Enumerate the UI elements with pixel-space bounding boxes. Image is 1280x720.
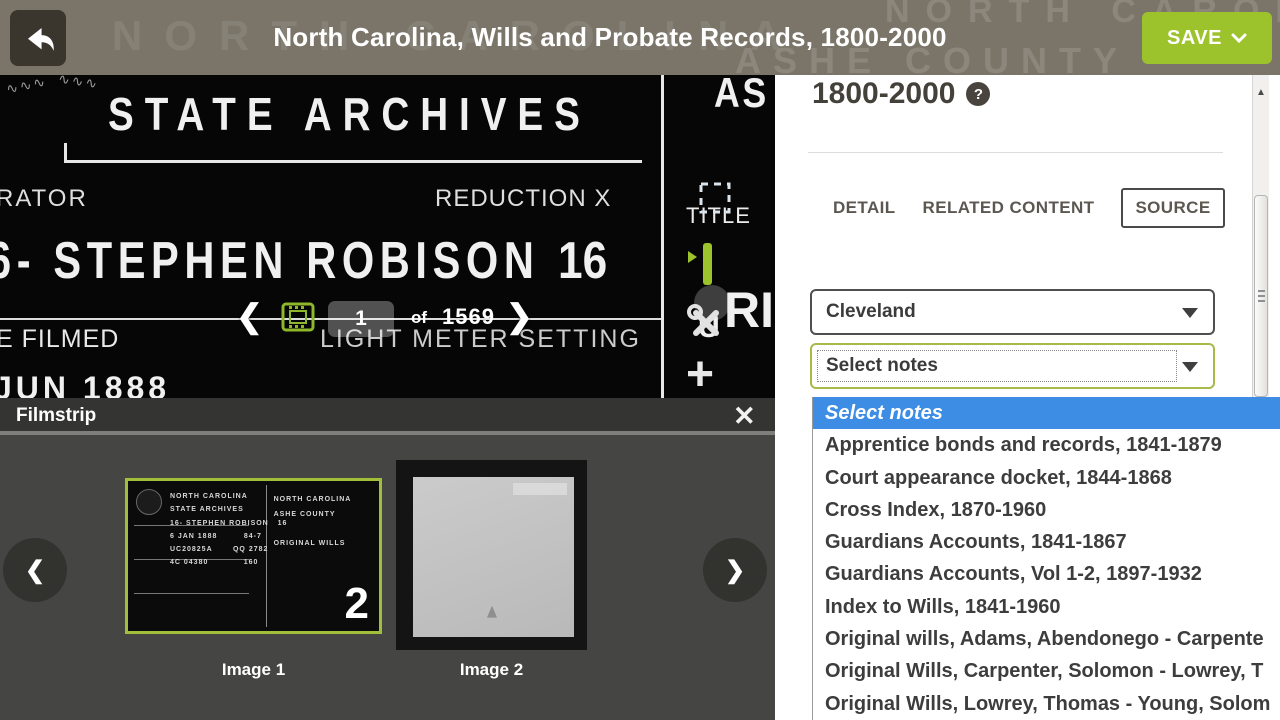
top-header-bar: NORTH CAROLINA NORTH CAROLINA ASHE COUNT… — [0, 0, 1280, 75]
filmstrip-toggle-icon[interactable] — [281, 302, 315, 337]
film-operator-text: RATOR — [0, 185, 88, 213]
collection-title-text: 1800-2000 — [812, 77, 955, 111]
film-subject-number: 16 — [558, 231, 607, 291]
folder-mark — [487, 606, 497, 618]
state-seal-logo — [136, 489, 162, 515]
previous-image-button[interactable]: ❮ — [236, 297, 263, 335]
film-reduction-text: REDUCTION X — [435, 185, 611, 213]
save-button[interactable]: SAVE — [1142, 12, 1272, 64]
county-dropdown[interactable]: Cleveland — [810, 289, 1215, 335]
page-total-label: 1569 — [442, 304, 495, 330]
tab-related-content[interactable]: RELATED CONTENT — [923, 198, 1095, 218]
film-line-stub — [64, 143, 67, 160]
film-filmed-text: E FILMED — [0, 325, 119, 354]
thumbnail-2-label: Image 2 — [396, 660, 587, 680]
notes-option[interactable]: Guardians Accounts, 1841-1867 — [813, 526, 1280, 558]
folder-tab — [513, 483, 568, 494]
film-frame-edge — [661, 75, 664, 398]
filmstrip-prev-button[interactable]: ❮ — [3, 538, 67, 602]
filmstrip-title: Filmstrip — [16, 405, 96, 427]
chevron-down-icon — [1182, 308, 1198, 318]
zoom-slider-arrow-icon[interactable] — [688, 251, 697, 263]
film-subject-name: 6- STEPHEN ROBISON — [0, 231, 540, 291]
tab-detail[interactable]: DETAIL — [833, 198, 896, 218]
film-date-text: JUN 1888 — [0, 370, 170, 398]
zoom-in-icon[interactable]: + — [686, 353, 714, 397]
collection-title: 1800-2000 ? — [812, 77, 990, 111]
folder-image — [413, 477, 573, 637]
scrollbar-grip — [1258, 290, 1265, 304]
page-of-label: of — [411, 308, 427, 328]
scrollbar-up-icon[interactable]: ▲ — [1256, 87, 1266, 98]
panel-tabs: DETAIL RELATED CONTENT SOURCE — [833, 188, 1225, 228]
panel-divider — [808, 152, 1223, 153]
card-line — [134, 593, 249, 594]
zoom-slider-icon[interactable] — [703, 243, 712, 285]
notes-option[interactable]: Cross Index, 1870-1960 — [813, 494, 1280, 526]
tools-wrench-icon[interactable] — [684, 301, 726, 348]
film-horizontal-line — [64, 160, 642, 163]
filmstrip-thumbnail-1[interactable]: NORTH CAROLINA STATE ARCHIVES 16- STEPHE… — [125, 478, 382, 634]
image-viewer: ∿∿∿ ∿∿∿ STATE ARCHIVES RATOR REDUCTION X… — [0, 75, 775, 398]
notes-option[interactable]: Original Wills, Carpenter, Solomon - Low… — [813, 655, 1280, 687]
record-viewer-page: ∿∿∿ ∿∿∿ STATE ARCHIVES RATOR REDUCTION X… — [0, 0, 1280, 720]
filmstrip-close-icon[interactable]: ✕ — [733, 401, 756, 432]
card-left-column: NORTH CAROLINA STATE ARCHIVES 16- STEPHE… — [170, 490, 290, 570]
tab-source[interactable]: SOURCE — [1121, 188, 1224, 228]
notes-option[interactable]: Apprentice bonds and records, 1841-1879 — [813, 429, 1280, 461]
filmstrip-panel: Filmstrip ✕ NORTH CAROLINA STATE ARCHIVE… — [0, 398, 775, 720]
film-ashe-partial-text: AS — [714, 75, 769, 117]
film-original-partial: RI — [724, 281, 774, 339]
chevron-down-icon — [1231, 33, 1247, 44]
notes-option-list: Select notesApprentice bonds and records… — [812, 397, 1280, 720]
card-right-column: NORTH CAROLINA ASHE COUNTY ORIGINAL WILL… — [274, 493, 374, 552]
crop-selection-icon[interactable] — [698, 181, 732, 220]
notes-option[interactable]: Select notes — [813, 397, 1280, 429]
help-icon[interactable]: ? — [966, 82, 990, 106]
detail-side-panel: 1800-2000 ? DETAIL RELATED CONTENT SOURC… — [775, 75, 1280, 720]
next-image-button[interactable]: ❯ — [506, 297, 533, 335]
notes-option[interactable]: Original Wills, Lowrey, Thomas - Young, … — [813, 688, 1280, 720]
notes-dropdown[interactable]: Select notes — [810, 343, 1215, 389]
county-dropdown-value: Cleveland — [826, 301, 916, 323]
chevron-down-icon — [1182, 362, 1198, 372]
film-scratch-marks: ∿∿∿ — [57, 75, 100, 93]
film-state-archives-text: STATE ARCHIVES — [108, 87, 591, 141]
card-number: 2 — [345, 579, 369, 629]
filmstrip-header: Filmstrip ✕ — [0, 398, 775, 435]
page-number-input[interactable]: 1 — [328, 301, 394, 337]
page-title: North Carolina, Wills and Probate Record… — [0, 22, 1220, 53]
notes-option[interactable]: Index to Wills, 1841-1960 — [813, 591, 1280, 623]
filmstrip-thumbnail-2[interactable] — [396, 460, 587, 650]
notes-dropdown-value: Select notes — [826, 355, 938, 377]
notes-option[interactable]: Guardians Accounts, Vol 1-2, 1897-1932 — [813, 558, 1280, 590]
scrollbar-thumb[interactable] — [1254, 195, 1268, 397]
thumbnail-1-label: Image 1 — [125, 660, 382, 680]
microfilm-target-card: NORTH CAROLINA STATE ARCHIVES 16- STEPHE… — [128, 481, 379, 631]
notes-option[interactable]: Original wills, Adams, Abendonego - Carp… — [813, 623, 1280, 655]
filmstrip-next-button[interactable]: ❯ — [703, 538, 767, 602]
save-button-label: SAVE — [1167, 27, 1222, 50]
notes-option[interactable]: Court appearance docket, 1844-1868 — [813, 462, 1280, 494]
film-scratch-marks: ∿∿∿ — [5, 75, 49, 98]
